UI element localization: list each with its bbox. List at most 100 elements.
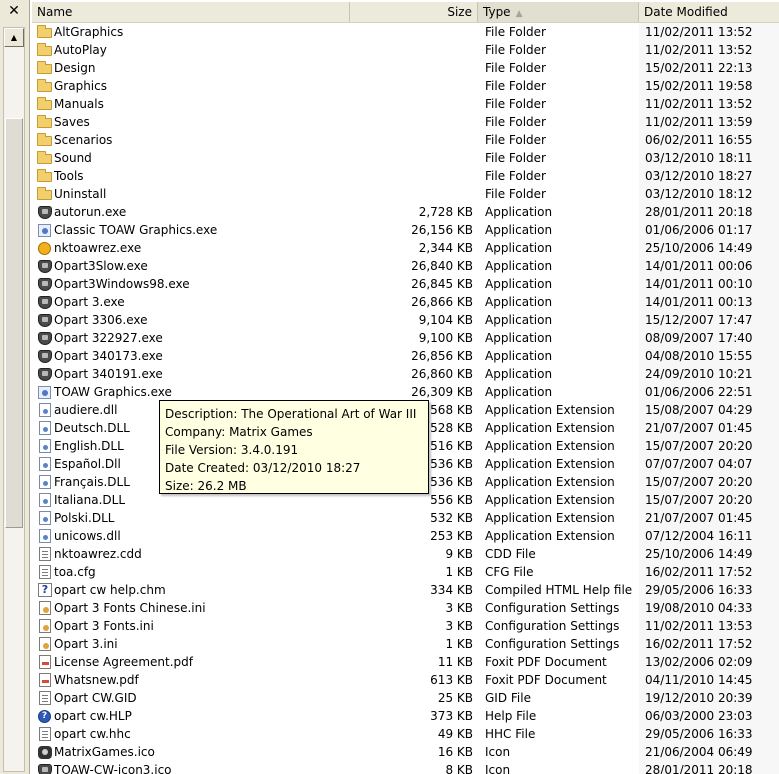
file-row[interactable]: Opart 3 Fonts Chinese.ini 3 KB Configurati… bbox=[32, 599, 779, 617]
file-row[interactable]: opart cw.hhc 49 KB HHC File 29/05/2006 16:3… bbox=[32, 725, 779, 743]
file-name: Opart 3306.exe bbox=[54, 313, 148, 327]
file-row[interactable]: Opart CW.GID 25 KB GID File 19/12/2010 20:3… bbox=[32, 689, 779, 707]
file-row[interactable]: TOAW-CW-icon3.ico 8 KB Icon 28/01/2011 20:1… bbox=[32, 761, 779, 774]
file-size: 9 KB bbox=[445, 547, 473, 561]
file-name: License Agreement.pdf bbox=[54, 655, 193, 669]
column-name-header[interactable]: Name bbox=[32, 2, 350, 22]
file-name: TOAW-CW-icon3.ico bbox=[54, 763, 172, 774]
file-row[interactable]: ? opart cw help.chm 334 KB Compiled HTML He… bbox=[32, 581, 779, 599]
file-name: Opart CW.GID bbox=[54, 691, 137, 705]
file-type: Compiled HTML Help file bbox=[485, 583, 633, 597]
column-date-label: Date Modified bbox=[644, 5, 728, 19]
dll-icon bbox=[37, 475, 53, 489]
file-row[interactable]: Whatsnew.pdf 613 KB Foxit PDF Document 04/1… bbox=[32, 671, 779, 689]
file-name: opart cw help.chm bbox=[54, 583, 166, 597]
file-name: Deutsch.DLL bbox=[54, 421, 130, 435]
file-type: Foxit PDF Document bbox=[485, 655, 607, 669]
file-row[interactable]: Manuals File Folder 11/02/2011 13:52 bbox=[32, 95, 779, 113]
file-name: opart cw.hhc bbox=[54, 727, 131, 741]
file-name: nktoawrez.cdd bbox=[54, 547, 142, 561]
app-icon bbox=[37, 277, 53, 291]
file-row[interactable]: License Agreement.pdf 11 KB Foxit PDF Docu… bbox=[32, 653, 779, 671]
file-row[interactable]: Sound File Folder 03/12/2010 18:11 bbox=[32, 149, 779, 167]
file-row[interactable]: AltGraphics File Folder 11/02/2011 13:52 bbox=[32, 23, 779, 41]
file-row[interactable]: Opart 322927.exe 9,100 KB Application 08/09… bbox=[32, 329, 779, 347]
file-row[interactable]: Opart 340191.exe 26,860 KB Application 24/0… bbox=[32, 365, 779, 383]
file-date: 28/01/2011 20:18 bbox=[645, 763, 753, 774]
file-type: Help File bbox=[485, 709, 537, 723]
file-date: 06/02/2011 16:55 bbox=[645, 133, 753, 147]
file-row[interactable]: Tools File Folder 03/12/2010 18:27 bbox=[32, 167, 779, 185]
column-type-header[interactable]: Type ▲ bbox=[478, 2, 639, 22]
file-type: Application bbox=[485, 277, 553, 291]
file-type: Application bbox=[485, 385, 553, 399]
file-type: Application bbox=[485, 331, 553, 345]
file-row[interactable]: unicows.dll 253 KB Application Extension 07… bbox=[32, 527, 779, 545]
scroll-up-button[interactable]: ▲ bbox=[4, 28, 24, 47]
vertical-scrollbar[interactable]: ▲ bbox=[3, 27, 25, 772]
file-row[interactable]: AutoPlay File Folder 11/02/2011 13:52 bbox=[32, 41, 779, 59]
file-row[interactable]: TOAW Graphics.exe 26,309 KB Application 01/… bbox=[32, 383, 779, 401]
file-row[interactable]: Opart 340173.exe 26,856 KB Application 04/0… bbox=[32, 347, 779, 365]
file-date: 25/10/2006 14:49 bbox=[645, 547, 753, 561]
file-row[interactable]: Scenarios File Folder 06/02/2011 16:55 bbox=[32, 131, 779, 149]
file-row[interactable]: Saves File Folder 11/02/2011 13:59 bbox=[32, 113, 779, 131]
file-name: Opart 340191.exe bbox=[54, 367, 163, 381]
file-date: 08/09/2007 17:40 bbox=[645, 331, 753, 345]
close-pane-button[interactable]: ✕ bbox=[3, 2, 25, 20]
file-date: 21/07/2007 01:45 bbox=[645, 511, 753, 525]
file-type: GID File bbox=[485, 691, 531, 705]
file-row[interactable]: autorun.exe 2,728 KB Application 28/01/2011… bbox=[32, 203, 779, 221]
file-row[interactable]: Opart 3 Fonts.ini 3 KB Configuration Setti… bbox=[32, 617, 779, 635]
dll-icon bbox=[37, 493, 53, 507]
tooltip-version: File Version: 3.4.0.191 bbox=[165, 443, 299, 457]
hlp-icon: ? bbox=[37, 709, 53, 723]
file-name: Italiana.DLL bbox=[54, 493, 126, 507]
file-size: 2,344 KB bbox=[418, 241, 473, 255]
app-icon bbox=[37, 313, 53, 327]
scroll-thumb[interactable] bbox=[5, 118, 23, 528]
file-size: 25 KB bbox=[437, 691, 473, 705]
file-date: 21/07/2007 01:45 bbox=[645, 421, 753, 435]
file-date: 28/01/2011 20:18 bbox=[645, 205, 753, 219]
column-type-label: Type bbox=[483, 5, 511, 19]
file-row[interactable]: Classic TOAW Graphics.exe 26,156 KB Applic… bbox=[32, 221, 779, 239]
file-row[interactable]: nktoawrez.cdd 9 KB CDD File 25/10/2006 14:4… bbox=[32, 545, 779, 563]
file-date: 15/02/2011 22:13 bbox=[645, 61, 753, 75]
file-row[interactable]: MatrixGames.ico 16 KB Icon 21/06/2004 06:49 bbox=[32, 743, 779, 761]
file-row[interactable]: Opart 3306.exe 9,104 KB Application 15/12/2… bbox=[32, 311, 779, 329]
file-date: 15/07/2007 20:20 bbox=[645, 439, 753, 453]
file-name: TOAW Graphics.exe bbox=[54, 385, 172, 399]
folder-icon bbox=[37, 151, 53, 165]
file-date: 11/02/2011 13:59 bbox=[645, 115, 753, 129]
file-type: File Folder bbox=[485, 43, 546, 57]
file-row[interactable]: Opart3Windows98.exe 26,845 KB Application 1… bbox=[32, 275, 779, 293]
file-date: 29/05/2006 16:33 bbox=[645, 583, 753, 597]
file-row[interactable]: Graphics File Folder 15/02/2011 19:58 bbox=[32, 77, 779, 95]
file-name: Español.Dll bbox=[54, 457, 121, 471]
column-size-header[interactable]: Size bbox=[350, 2, 478, 22]
ini-icon bbox=[37, 601, 53, 615]
file-row[interactable]: Opart 3.exe 26,866 KB Application 14/01/201… bbox=[32, 293, 779, 311]
file-row[interactable]: Opart3Slow.exe 26,840 KB Application 14/01/… bbox=[32, 257, 779, 275]
dll-icon bbox=[37, 421, 53, 435]
file-name: MatrixGames.ico bbox=[54, 745, 155, 759]
file-row[interactable]: Design File Folder 15/02/2011 22:13 bbox=[32, 59, 779, 77]
file-row[interactable]: Uninstall File Folder 03/12/2010 18:12 bbox=[32, 185, 779, 203]
file-row[interactable]: ? opart cw.HLP 373 KB Help File 06/03/2000 2… bbox=[32, 707, 779, 725]
file-type: Application Extension bbox=[485, 475, 615, 489]
file-row[interactable]: toa.cfg 1 KB CFG File 16/02/2011 17:52 bbox=[32, 563, 779, 581]
dll-icon bbox=[37, 439, 53, 453]
file-date: 01/06/2006 01:17 bbox=[645, 223, 753, 237]
file-size: 532 KB bbox=[430, 511, 473, 525]
file-row[interactable]: Opart 3.ini 1 KB Configuration Settings 16/… bbox=[32, 635, 779, 653]
file-date: 14/01/2011 00:06 bbox=[645, 259, 753, 273]
file-name: nktoawrez.exe bbox=[54, 241, 142, 255]
file-name: autorun.exe bbox=[54, 205, 127, 219]
file-size: 16 KB bbox=[437, 745, 473, 759]
file-row[interactable]: nktoawrez.exe 2,344 KB Application 25/10/20… bbox=[32, 239, 779, 257]
column-date-header[interactable]: Date Modified bbox=[639, 2, 779, 22]
file-row[interactable]: Polski.DLL 532 KB Application Extension 21/… bbox=[32, 509, 779, 527]
ini-icon bbox=[37, 637, 53, 651]
file-icon bbox=[37, 547, 53, 561]
